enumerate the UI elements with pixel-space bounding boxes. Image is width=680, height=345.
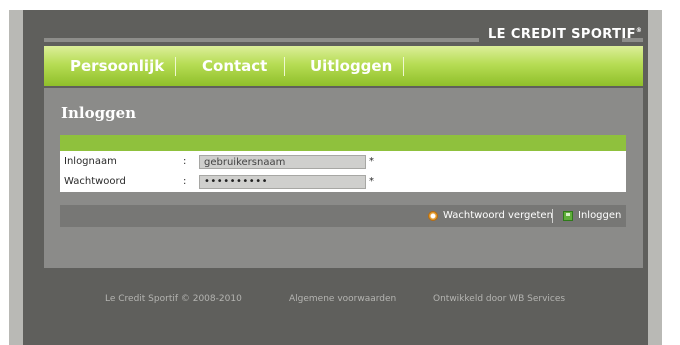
lifebuoy-icon[interactable] <box>428 211 438 221</box>
nav-item-uitloggen[interactable]: Uitloggen <box>310 46 392 86</box>
footer-developer-link[interactable]: Ontwikkeld door WB Services <box>433 294 565 304</box>
username-label: Inlognaam <box>64 156 117 167</box>
main-nav: Persoonlijk Contact Uitloggen <box>44 46 643 86</box>
forgot-password-link[interactable]: Wachtwoord vergeten <box>443 210 553 221</box>
brand-registered-mark: ® <box>635 27 643 34</box>
password-required-mark: * <box>369 176 374 187</box>
brand-divider-right <box>622 38 643 42</box>
form-header-bar <box>60 135 626 151</box>
brand-divider-left <box>44 38 479 42</box>
frame-right-border <box>648 10 662 345</box>
nav-item-contact[interactable]: Contact <box>202 46 267 86</box>
nav-separator <box>175 57 176 76</box>
action-separator <box>552 209 553 223</box>
brand-name: LE CREDIT SPORTIF <box>488 27 636 42</box>
footer-terms-link[interactable]: Algemene voorwaarden <box>289 294 396 304</box>
save-icon[interactable] <box>563 211 573 221</box>
brand-logo: LE CREDIT SPORTIF® <box>488 27 642 42</box>
username-separator: : <box>183 156 187 167</box>
username-input[interactable] <box>199 155 366 169</box>
password-label: Wachtwoord <box>64 176 126 187</box>
nav-separator <box>284 57 285 76</box>
footer-copyright: Le Credit Sportif © 2008-2010 <box>105 294 242 304</box>
username-required-mark: * <box>369 156 374 167</box>
login-button[interactable]: Inloggen <box>578 210 621 221</box>
password-separator: : <box>183 176 187 187</box>
frame-left-border <box>9 10 23 345</box>
page-title: Inloggen <box>61 104 137 122</box>
nav-item-persoonlijk[interactable]: Persoonlijk <box>70 46 164 86</box>
password-input[interactable]: •••••••••• <box>199 175 366 189</box>
nav-separator <box>403 57 404 76</box>
